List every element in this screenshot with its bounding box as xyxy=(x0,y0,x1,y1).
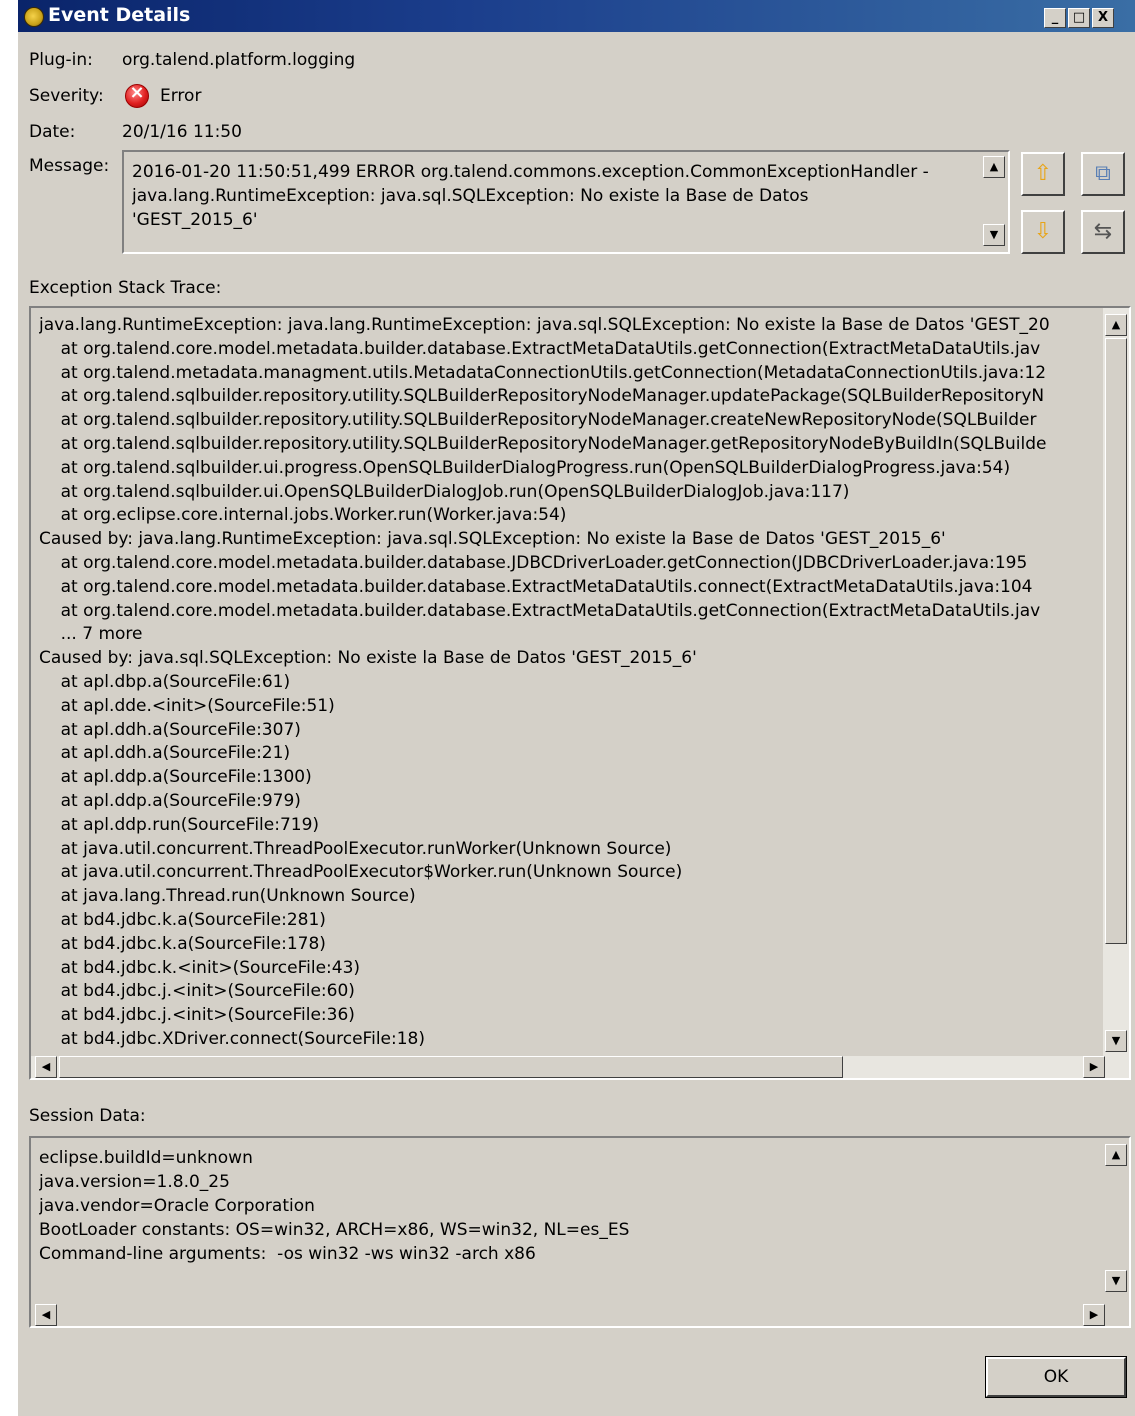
stack-trace-line: at apl.dbp.a(SourceFile:61) xyxy=(39,671,291,692)
stack-trace-line: at org.talend.sqlbuilder.repository.util… xyxy=(39,386,1045,407)
event-details-dialog: Event Details _ □ X Plug-in: org.talend.… xyxy=(18,0,1135,1416)
session-data-line: Command-line arguments: -os win32 -ws wi… xyxy=(39,1244,536,1264)
vscroll-thumb[interactable] xyxy=(1105,338,1127,944)
message-text: 2016-01-20 11:50:51,499 ERROR org.talend… xyxy=(132,162,929,230)
session-data-line: java.vendor=Oracle Corporation xyxy=(39,1196,315,1216)
scroll-up-arrow-icon[interactable]: ▲ xyxy=(983,156,1005,178)
scroll-left-arrow-icon[interactable]: ◀ xyxy=(35,1056,57,1078)
hscroll-thumb[interactable] xyxy=(59,1056,843,1078)
previous-event-button[interactable]: ⇧ xyxy=(1021,152,1065,196)
message-scrollbar[interactable]: ▲ ▼ xyxy=(982,152,1006,252)
stack-trace-line: at apl.dde.<init>(SourceFile:51) xyxy=(39,695,335,716)
scroll-right-arrow-icon[interactable]: ▶ xyxy=(1083,1056,1105,1078)
filter-icon: ⇆ xyxy=(1093,219,1113,244)
ok-button[interactable]: OK xyxy=(985,1356,1127,1398)
stack-trace-hscroll[interactable]: ◀ ▶ xyxy=(31,1056,1129,1078)
stack-trace-line: at apl.ddh.a(SourceFile:307) xyxy=(39,719,301,740)
maximize-button[interactable]: □ xyxy=(1068,8,1090,28)
stack-trace-line: at apl.ddp.a(SourceFile:1300) xyxy=(39,767,312,788)
stack-trace-line: at org.talend.sqlbuilder.repository.util… xyxy=(39,433,1047,454)
session-data-line: BootLoader constants: OS=win32, ARCH=x86… xyxy=(39,1220,630,1240)
stack-trace-line: at java.lang.Thread.run(Unknown Source) xyxy=(39,886,416,907)
plugin-label: Plug-in: xyxy=(29,50,93,70)
stack-trace-line: at org.talend.core.model.metadata.builde… xyxy=(39,576,1033,597)
stack-trace-line: at org.talend.sqlbuilder.ui.OpenSQLBuild… xyxy=(39,481,850,502)
session-data-line: eclipse.buildId=unknown xyxy=(39,1148,253,1168)
stack-trace-line: at org.talend.sqlbuilder.repository.util… xyxy=(39,410,1037,431)
scroll-right-arrow-icon[interactable]: ▶ xyxy=(1083,1304,1105,1326)
session-data-text: eclipse.buildId=unknown java.version=1.8.… xyxy=(39,1146,1097,1296)
message-box[interactable]: 2016-01-20 11:50:51,499 ERROR org.talend… xyxy=(122,150,1010,254)
stack-trace-vscroll[interactable]: ▲ ▼ xyxy=(1103,308,1129,1056)
stack-trace-line: at apl.ddp.a(SourceFile:979) xyxy=(39,790,301,811)
session-data-box[interactable]: eclipse.buildId=unknown java.version=1.8.… xyxy=(29,1136,1131,1328)
session-hscroll[interactable]: ◀ ▶ xyxy=(31,1304,1129,1326)
previous-event-icon: ⇧ xyxy=(1033,161,1053,186)
stack-trace-line: Caused by: java.lang.RuntimeException: j… xyxy=(39,529,946,550)
stack-trace-line: at java.util.concurrent.ThreadPoolExecut… xyxy=(39,838,672,859)
filter-button[interactable]: ⇆ xyxy=(1081,210,1125,254)
plugin-value: org.talend.platform.logging xyxy=(122,50,356,70)
stack-trace-line: ... 7 more xyxy=(39,624,143,645)
stack-trace-line: at bd4.jdbc.j.<init>(SourceFile:36) xyxy=(39,1005,355,1026)
stack-trace-box[interactable]: java.lang.RuntimeException: java.lang.Ru… xyxy=(29,306,1131,1080)
session-data-line: java.version=1.8.0_25 xyxy=(39,1172,230,1192)
scroll-up-arrow-icon[interactable]: ▲ xyxy=(1105,1144,1127,1166)
session-data-label: Session Data: xyxy=(29,1106,146,1126)
next-event-button[interactable]: ⇩ xyxy=(1021,210,1065,254)
close-button[interactable]: X xyxy=(1092,8,1114,28)
date-value: 20/1/16 11:50 xyxy=(122,122,242,142)
stack-trace-line: at org.talend.sqlbuilder.ui.progress.Ope… xyxy=(39,457,1011,478)
scroll-up-arrow-icon[interactable]: ▲ xyxy=(1105,314,1127,336)
stack-trace-line: at java.util.concurrent.ThreadPoolExecut… xyxy=(39,862,683,883)
stack-trace-line: at apl.ddh.a(SourceFile:21) xyxy=(39,743,291,764)
message-label: Message: xyxy=(29,156,110,176)
stack-trace-line: java.lang.RuntimeException: java.lang.Ru… xyxy=(39,315,1050,335)
stack-trace-line: at org.talend.metadata.managment.utils.M… xyxy=(39,362,1047,383)
stack-trace-line: at org.talend.core.model.metadata.builde… xyxy=(39,338,1041,359)
minimize-button[interactable]: _ xyxy=(1044,8,1066,28)
severity-value: Error xyxy=(160,86,202,106)
scroll-left-arrow-icon[interactable]: ◀ xyxy=(35,1304,57,1326)
app-icon xyxy=(24,7,44,27)
scroll-down-arrow-icon[interactable]: ▼ xyxy=(1105,1270,1127,1292)
stack-trace-line: at apl.ddp.run(SourceFile:719) xyxy=(39,814,320,835)
stack-trace-text: java.lang.RuntimeException: java.lang.Ru… xyxy=(39,314,1097,1056)
error-icon xyxy=(125,82,149,108)
stack-trace-line: at org.talend.core.model.metadata.builde… xyxy=(39,600,1041,621)
severity-label: Severity: xyxy=(29,86,104,106)
stack-trace-line: Caused by: java.sql.SQLException: No exi… xyxy=(39,648,697,669)
stack-trace-line: at bd4.jdbc.k.<init>(SourceFile:43) xyxy=(39,957,361,978)
date-label: Date: xyxy=(29,122,76,142)
copy-icon: ⧉ xyxy=(1095,161,1111,186)
title-bar[interactable]: Event Details _ □ X xyxy=(18,0,1135,32)
stack-trace-line: at org.eclipse.core.internal.jobs.Worker… xyxy=(39,505,567,526)
window-title: Event Details xyxy=(48,4,191,26)
scroll-down-arrow-icon[interactable]: ▼ xyxy=(1105,1030,1127,1052)
stack-trace-line: at bd4.jdbc.j.<init>(SourceFile:60) xyxy=(39,981,355,1002)
session-vscroll[interactable]: ▲ ▼ xyxy=(1103,1138,1129,1304)
copy-button[interactable]: ⧉ xyxy=(1081,152,1125,196)
next-event-icon: ⇩ xyxy=(1033,219,1053,244)
stack-trace-label: Exception Stack Trace: xyxy=(29,278,222,298)
stack-trace-line: at org.talend.core.model.metadata.builde… xyxy=(39,552,1028,573)
stack-trace-line: at bd4.jdbc.k.a(SourceFile:178) xyxy=(39,933,326,954)
stack-trace-line: at bd4.jdbc.XDriver.connect(SourceFile:1… xyxy=(39,1028,425,1049)
stack-trace-line: at bd4.jdbc.k.a(SourceFile:281) xyxy=(39,909,326,930)
scroll-down-arrow-icon[interactable]: ▼ xyxy=(983,224,1005,246)
